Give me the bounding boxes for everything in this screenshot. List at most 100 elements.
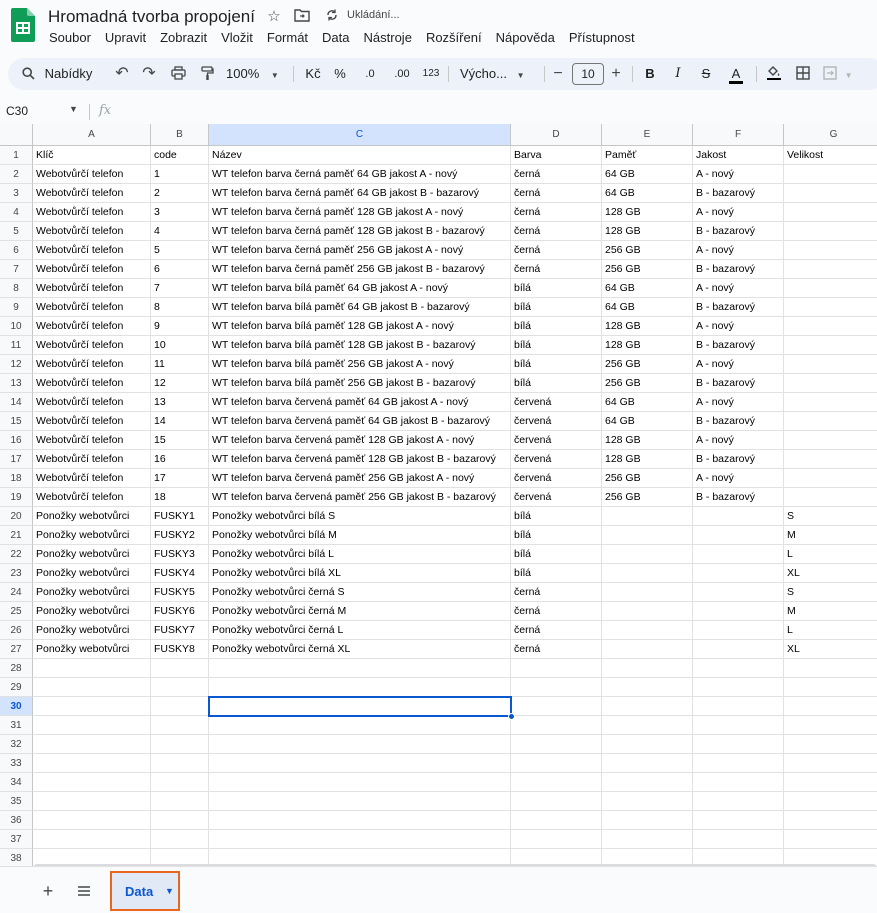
cell-c24[interactable]: Ponožky webotvůrci černá S (209, 583, 511, 602)
cell-f32[interactable] (693, 735, 784, 754)
row-header-24[interactable]: 24 (0, 583, 33, 602)
cell-g4[interactable] (784, 203, 877, 222)
cell-b15[interactable]: 14 (151, 412, 209, 431)
row-header-31[interactable]: 31 (0, 716, 33, 735)
cell-g20[interactable]: S (784, 507, 877, 526)
text-color-button[interactable]: A (725, 58, 747, 90)
cell-f23[interactable] (693, 564, 784, 583)
cell-c7[interactable]: WT telefon barva černá paměť 256 GB jako… (209, 260, 511, 279)
row-header-4[interactable]: 4 (0, 203, 33, 222)
cell-c6[interactable]: WT telefon barva černá paměť 256 GB jako… (209, 241, 511, 260)
cell-b36[interactable] (151, 811, 209, 830)
column-header-a[interactable]: A (33, 124, 151, 146)
cell-f6[interactable]: A - nový (693, 241, 784, 260)
menu-item[interactable]: Vložit (214, 30, 260, 48)
cell-f10[interactable]: A - nový (693, 317, 784, 336)
zoom-select[interactable]: 100% ▼ (226, 58, 288, 90)
cell-c20[interactable]: Ponožky webotvůrci bílá S (209, 507, 511, 526)
row-header-29[interactable]: 29 (0, 678, 33, 697)
cell-b37[interactable] (151, 830, 209, 849)
cell-d15[interactable]: červená (511, 412, 602, 431)
cell-a14[interactable]: Webotvůrčí telefon (33, 393, 151, 412)
column-header-c[interactable]: C (209, 124, 511, 146)
cell-a13[interactable]: Webotvůrčí telefon (33, 374, 151, 393)
cell-g1[interactable]: Velikost (784, 146, 877, 165)
row-header-2[interactable]: 2 (0, 165, 33, 184)
cell-f3[interactable]: B - bazarový (693, 184, 784, 203)
cell-b1[interactable]: code (151, 146, 209, 165)
print-icon[interactable] (168, 58, 188, 90)
cell-c11[interactable]: WT telefon barva bílá paměť 128 GB jakos… (209, 336, 511, 355)
cell-b29[interactable] (151, 678, 209, 697)
cell-a27[interactable]: Ponožky webotvůrci (33, 640, 151, 659)
cell-d32[interactable] (511, 735, 602, 754)
cell-g26[interactable]: L (784, 621, 877, 640)
cell-a12[interactable]: Webotvůrčí telefon (33, 355, 151, 374)
row-header-20[interactable]: 20 (0, 507, 33, 526)
cell-e31[interactable] (602, 716, 693, 735)
cell-b20[interactable]: FUSKY1 (151, 507, 209, 526)
cell-g13[interactable] (784, 374, 877, 393)
row-header-38[interactable]: 38 (0, 849, 33, 866)
cell-e4[interactable]: 128 GB (602, 203, 693, 222)
cell-f5[interactable]: B - bazarový (693, 222, 784, 241)
cell-f36[interactable] (693, 811, 784, 830)
redo-icon[interactable]: ↷ (139, 58, 159, 90)
cell-f15[interactable]: B - bazarový (693, 412, 784, 431)
cell-a34[interactable] (33, 773, 151, 792)
name-box[interactable]: C30 (6, 104, 28, 118)
cell-f1[interactable]: Jakost (693, 146, 784, 165)
cell-f17[interactable]: B - bazarový (693, 450, 784, 469)
cell-c8[interactable]: WT telefon barva bílá paměť 64 GB jakost… (209, 279, 511, 298)
menu-item[interactable]: Nápověda (489, 30, 562, 48)
select-all-corner[interactable] (0, 124, 33, 146)
cell-g35[interactable] (784, 792, 877, 811)
cell-a15[interactable]: Webotvůrčí telefon (33, 412, 151, 431)
cell-f28[interactable] (693, 659, 784, 678)
cell-c30[interactable] (209, 697, 511, 716)
row-header-21[interactable]: 21 (0, 526, 33, 545)
cell-b2[interactable]: 1 (151, 165, 209, 184)
cell-b23[interactable]: FUSKY4 (151, 564, 209, 583)
cell-f20[interactable] (693, 507, 784, 526)
search-menus-button[interactable]: Nabídky (22, 58, 102, 90)
cell-a35[interactable] (33, 792, 151, 811)
decrease-font-size-icon[interactable]: − (550, 58, 566, 90)
cell-e2[interactable]: 64 GB (602, 165, 693, 184)
cell-f25[interactable] (693, 602, 784, 621)
menu-item[interactable]: Zobrazit (153, 30, 214, 48)
cell-a31[interactable] (33, 716, 151, 735)
cell-c37[interactable] (209, 830, 511, 849)
cell-a28[interactable] (33, 659, 151, 678)
cell-e13[interactable]: 256 GB (602, 374, 693, 393)
cell-e7[interactable]: 256 GB (602, 260, 693, 279)
cell-e3[interactable]: 64 GB (602, 184, 693, 203)
row-header-37[interactable]: 37 (0, 830, 33, 849)
cell-g2[interactable] (784, 165, 877, 184)
cell-d17[interactable]: červená (511, 450, 602, 469)
cell-b3[interactable]: 2 (151, 184, 209, 203)
cell-d21[interactable]: bílá (511, 526, 602, 545)
cell-g14[interactable] (784, 393, 877, 412)
column-header-f[interactable]: F (693, 124, 784, 146)
cell-e21[interactable] (602, 526, 693, 545)
cell-a37[interactable] (33, 830, 151, 849)
cell-d13[interactable]: bílá (511, 374, 602, 393)
cell-d3[interactable]: černá (511, 184, 602, 203)
menu-item[interactable]: Rozšíření (419, 30, 489, 48)
cell-b24[interactable]: FUSKY5 (151, 583, 209, 602)
cell-c35[interactable] (209, 792, 511, 811)
spreadsheet-grid[interactable]: A B C D E F G 1 Klíč code Název Barva Paměť Jakost Vel… (0, 124, 877, 866)
cell-e11[interactable]: 128 GB (602, 336, 693, 355)
cell-c26[interactable]: Ponožky webotvůrci černá L (209, 621, 511, 640)
cell-e24[interactable] (602, 583, 693, 602)
cell-b9[interactable]: 8 (151, 298, 209, 317)
cell-a25[interactable]: Ponožky webotvůrci (33, 602, 151, 621)
cell-a18[interactable]: Webotvůrčí telefon (33, 469, 151, 488)
cell-f34[interactable] (693, 773, 784, 792)
cell-g18[interactable] (784, 469, 877, 488)
cell-g31[interactable] (784, 716, 877, 735)
cell-d5[interactable]: černá (511, 222, 602, 241)
cell-d6[interactable]: černá (511, 241, 602, 260)
cell-g6[interactable] (784, 241, 877, 260)
